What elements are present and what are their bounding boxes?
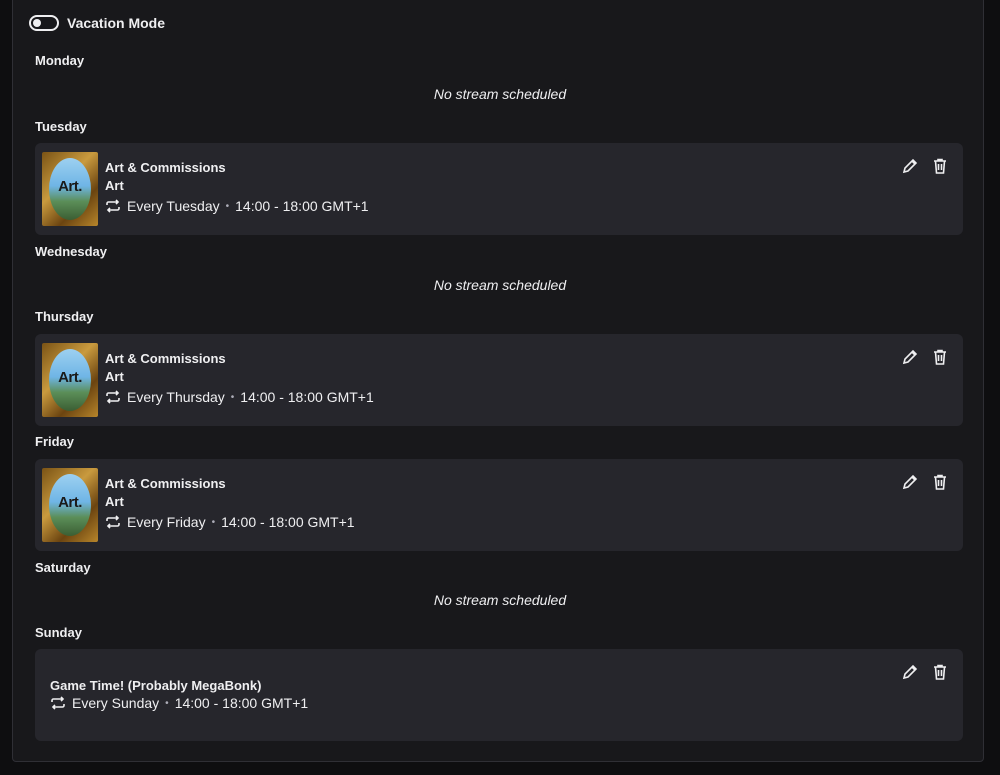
time-text: 14:00 - 18:00 GMT+1 (235, 198, 369, 214)
repeat-icon (106, 515, 120, 529)
stream-card-thursday[interactable]: Art. Art & Commissions Art Every Thursda… (35, 334, 963, 426)
day-title-sunday: Sunday (35, 625, 82, 640)
category-thumbnail: Art. (42, 152, 98, 226)
stream-card-tuesday[interactable]: Art. Art & Commissions Art Every Tuesday… (35, 143, 963, 235)
trash-icon[interactable] (931, 473, 949, 491)
pencil-icon[interactable] (901, 348, 919, 366)
separator-dot: • (230, 391, 235, 403)
empty-monday: No stream scheduled (433, 86, 567, 102)
category-thumbnail: Art. (42, 343, 98, 417)
category-thumbnail: Art. (42, 468, 98, 542)
pencil-icon[interactable] (901, 473, 919, 491)
stream-card-friday[interactable]: Art. Art & Commissions Art Every Friday … (35, 459, 963, 551)
repeat-icon (106, 390, 120, 404)
stream-title: Art & Commissions (105, 476, 226, 491)
day-title-thursday: Thursday (35, 309, 94, 324)
separator-dot: • (165, 697, 169, 709)
vacation-mode-toggle[interactable] (29, 15, 59, 31)
stream-category: Art (105, 369, 124, 384)
recurrence-text: Every Sunday (72, 695, 160, 711)
stream-card-sunday[interactable]: Game Time! (Probably MegaBonk) Every Sun… (35, 649, 963, 741)
time-text: 14:00 - 18:00 GMT+1 (174, 695, 309, 711)
recurrence-text: Every Thursday (127, 389, 225, 405)
stream-title: Art & Commissions (105, 351, 226, 366)
time-text: 14:00 - 18:00 GMT+1 (240, 389, 374, 405)
time-text: 14:00 - 18:00 GMT+1 (221, 514, 355, 530)
toggle-knob (33, 19, 41, 27)
separator-dot: • (211, 516, 216, 528)
pencil-icon[interactable] (901, 663, 919, 681)
day-title-friday: Friday (35, 434, 75, 449)
day-title-tuesday: Tuesday (35, 119, 87, 134)
recurrence-text: Every Tuesday (127, 198, 220, 214)
day-title-monday: Monday (35, 53, 85, 68)
empty-wednesday: No stream scheduled (433, 277, 567, 293)
trash-icon[interactable] (931, 157, 949, 175)
day-title-wednesday: Wednesday (35, 244, 108, 259)
vacation-mode-row: Vacation Mode (29, 15, 165, 31)
trash-icon[interactable] (931, 663, 949, 681)
schedule-panel: Vacation Mode Monday No stream scheduled… (12, 0, 984, 762)
repeat-icon (106, 199, 120, 213)
empty-saturday: No stream scheduled (433, 592, 567, 608)
stream-category: Art (105, 178, 124, 193)
vacation-mode-label: Vacation Mode (67, 15, 166, 31)
separator-dot: • (225, 200, 230, 212)
stream-title: Game Time! (Probably MegaBonk) (50, 678, 262, 693)
stream-title: Art & Commissions (105, 160, 226, 175)
pencil-icon[interactable] (901, 157, 919, 175)
trash-icon[interactable] (931, 348, 949, 366)
stream-category: Art (105, 494, 124, 509)
day-title-saturday: Saturday (35, 560, 91, 575)
repeat-icon (51, 696, 65, 710)
recurrence-text: Every Friday (127, 514, 206, 530)
